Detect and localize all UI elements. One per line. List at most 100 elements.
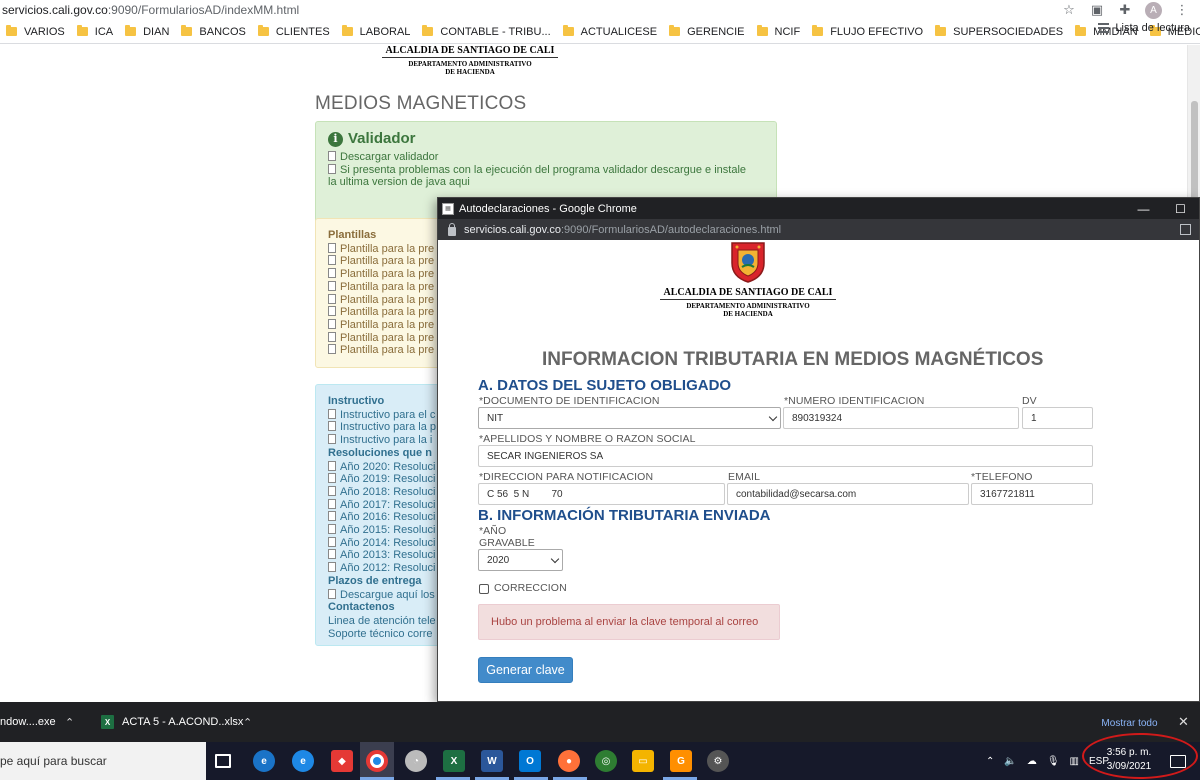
page-favicon: ▦ [442, 202, 454, 215]
chevron-up-icon[interactable]: ⌃ [65, 716, 75, 729]
document-icon [328, 562, 336, 573]
app-icon[interactable]: ◎ [595, 750, 617, 772]
doc-type-select[interactable]: NIT [478, 407, 781, 429]
validador-java-note-cont[interactable]: la ultima version de java aqui [328, 176, 764, 189]
document-icon [328, 293, 336, 304]
bookmark-folder[interactable]: ACTUALICESE [557, 22, 663, 42]
window-title: Autodeclaraciones - Google Chrome [459, 202, 637, 215]
network-icon[interactable]: ▥ [1070, 756, 1079, 767]
correccion-checkbox[interactable] [479, 584, 489, 594]
window-controls: — ☐ [1125, 198, 1199, 219]
crest-line-3: DE HACIENDA [445, 68, 495, 76]
toolbar-icons: ☆ ▣ ✚ A ⋮ [1061, 0, 1190, 20]
address-bar[interactable]: servicios.cali.gov.co:9090/FormulariosAD… [0, 0, 1200, 20]
url-text[interactable]: servicios.cali.gov.co:9090/FormulariosAD… [2, 3, 299, 17]
onedrive-icon[interactable]: ☁ [1027, 756, 1037, 767]
app-icon[interactable]: ◔ [405, 750, 427, 772]
qr-code-icon[interactable] [1180, 224, 1191, 235]
document-icon [328, 268, 336, 279]
popup-crest: ALCALDIA DE SANTIAGO DE CALI DEPARTAMENT… [660, 241, 836, 318]
bookmark-folder[interactable]: CONTABLE - TRIBU... [416, 22, 556, 42]
firefox-icon[interactable]: ● [558, 750, 580, 772]
form-title: INFORMACION TRIBUTARIA EN MEDIOS MAGNÉTI… [542, 349, 1044, 370]
document-icon [328, 460, 336, 471]
anydesk-icon[interactable]: ◆ [331, 750, 353, 772]
year-select[interactable]: 2020 [478, 549, 563, 571]
chevron-up-icon[interactable]: ⌃ [986, 756, 994, 767]
bookmark-folder[interactable]: LABORAL [336, 22, 417, 42]
bookmark-folder[interactable]: DIAN [119, 22, 175, 42]
phone-input[interactable]: 3167721811 [971, 483, 1093, 505]
reading-list-icon [1098, 23, 1110, 33]
file-explorer-icon[interactable]: ▭ [632, 750, 654, 772]
crest-line-1: ALCALDIA DE SANTIAGO DE CALI [382, 45, 558, 58]
chrome-icon[interactable] [366, 750, 388, 772]
word-icon[interactable]: W [481, 750, 503, 772]
bookmark-folder[interactable]: GERENCIE [663, 22, 750, 42]
edge-icon[interactable]: e [253, 750, 275, 772]
taskbar-search[interactable]: pe aquí para buscar [0, 742, 206, 780]
document-icon [328, 511, 336, 522]
microphone-icon[interactable]: 🎙 [1047, 756, 1060, 767]
bg-crest: ALCALDIA DE SANTIAGO DE CALI DEPARTAMENT… [382, 45, 558, 76]
crest-line-3: DE HACIENDA [723, 310, 773, 318]
document-icon [328, 421, 336, 432]
volume-icon[interactable]: 🔈 [1004, 756, 1016, 767]
maximize-icon[interactable]: ☐ [1162, 198, 1199, 219]
excel-icon[interactable]: X [443, 750, 465, 772]
outlook-icon[interactable]: O [519, 750, 541, 772]
folder-icon [257, 25, 269, 36]
id-number-input[interactable]: 890319324 [783, 407, 1019, 429]
chevron-up-icon[interactable]: ⌃ [243, 716, 253, 729]
error-alert: Hubo un problema al enviar la clave temp… [478, 604, 780, 640]
star-icon[interactable]: ☆ [1061, 2, 1077, 18]
download-item[interactable]: X ACTA 5 - A.ACOND..xlsx [101, 702, 243, 742]
validador-link[interactable]: Descargar validador [328, 151, 764, 164]
reading-list-button[interactable]: Lista de lectura [1098, 22, 1190, 34]
bookmark-folder[interactable]: NCIF [751, 22, 807, 42]
bookmark-folder[interactable]: SUPERSOCIEDADES [929, 22, 1069, 42]
page-title: MEDIOS MAGNETICOS [315, 93, 527, 114]
document-icon [328, 434, 336, 445]
minimize-icon[interactable]: — [1125, 198, 1162, 219]
popup-window: ▦ Autodeclaraciones - Google Chrome — ☐ … [437, 197, 1200, 702]
bookmark-folder[interactable]: CLIENTES [252, 22, 336, 42]
download-item[interactable]: ndow....exe [0, 702, 56, 742]
chevron-down-icon [550, 554, 560, 564]
internet-explorer-icon[interactable]: e [292, 750, 314, 772]
app-icon[interactable]: G [670, 750, 692, 772]
email-input[interactable]: contabilidad@secarsa.com [727, 483, 969, 505]
name-input[interactable]: SECAR INGENIEROS SA [478, 445, 1093, 467]
phone-label: *TELEFONO [971, 471, 1033, 483]
menu-icon[interactable]: ⋮ [1174, 2, 1190, 18]
folder-icon [562, 25, 574, 36]
validador-java-note[interactable]: Si presenta problemas con la ejecución d… [328, 163, 764, 177]
generate-key-button[interactable]: Generar clave [478, 657, 573, 683]
folder-icon [181, 25, 193, 36]
document-icon [328, 163, 336, 174]
year-label: *AÑO [479, 525, 507, 537]
coat-of-arms-icon [728, 241, 768, 283]
document-icon [328, 408, 336, 419]
app-icon[interactable]: ⚙ [707, 750, 729, 772]
folder-icon [76, 25, 88, 36]
popup-titlebar[interactable]: ▦ Autodeclaraciones - Google Chrome — ☐ [438, 198, 1199, 219]
bookmark-folder[interactable]: BANCOS [175, 22, 251, 42]
bookmark-folder[interactable]: VARIOS [0, 22, 71, 42]
address-input[interactable]: C 56 5 N 70 [478, 483, 725, 505]
document-icon [328, 473, 336, 484]
document-icon [328, 280, 336, 291]
show-all-button[interactable]: Mostrar todo [1091, 712, 1168, 734]
folder-icon [669, 25, 681, 36]
dv-input[interactable]: 1 [1022, 407, 1093, 429]
task-view-icon[interactable] [215, 754, 231, 768]
bookmark-folder[interactable]: FLUJO EFECTIVO [806, 22, 929, 42]
extension-icon[interactable]: ▣ [1089, 2, 1105, 18]
puzzle-icon[interactable]: ✚ [1117, 2, 1133, 18]
popup-address-bar[interactable]: servicios.cali.gov.co:9090/FormulariosAD… [438, 219, 1199, 240]
close-icon[interactable]: ✕ [1178, 714, 1189, 730]
document-icon [328, 331, 336, 342]
bookmark-folder[interactable]: ICA [71, 22, 119, 42]
doc-type-label: *DOCUMENTO DE IDENTIFICACION [479, 395, 660, 407]
avatar[interactable]: A [1145, 1, 1162, 19]
